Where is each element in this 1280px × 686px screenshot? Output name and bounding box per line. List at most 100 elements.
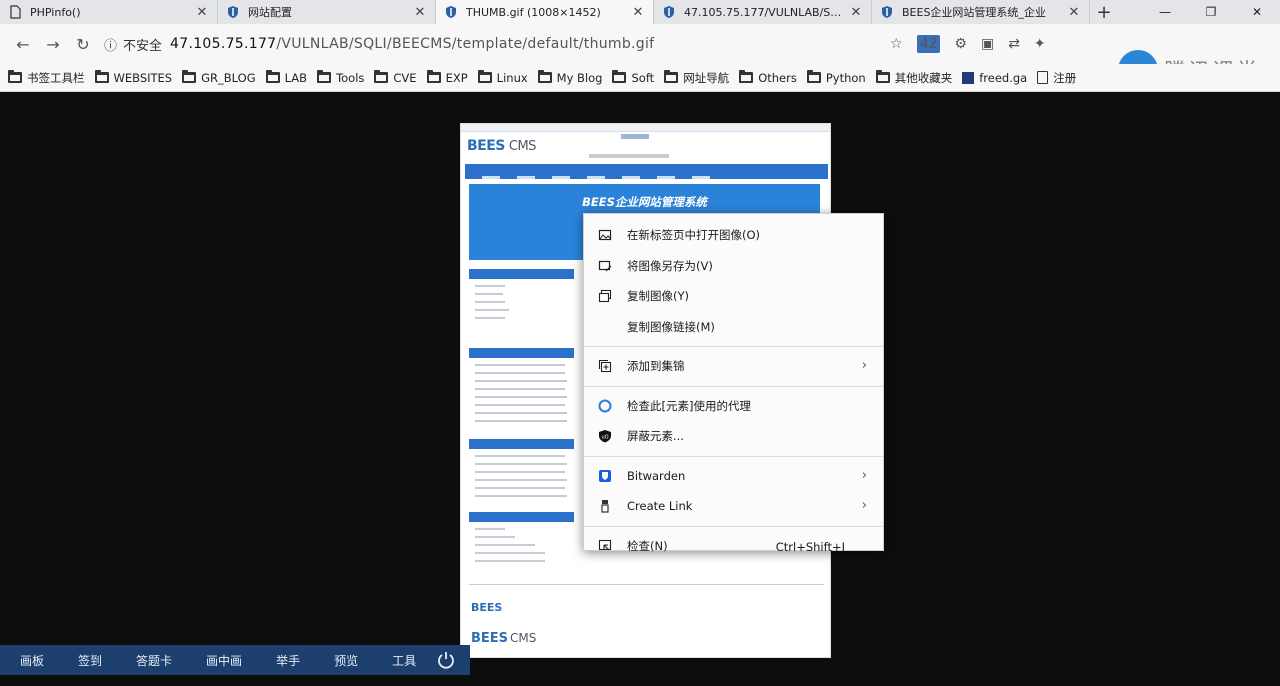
address-bar[interactable]: ⓘ 不安全 47.105.75.177/VULNLAB/SQLI/BEECMS/…	[104, 30, 864, 58]
tab-title: 47.105.75.177/VULNLAB/SQLI/BE	[684, 5, 849, 19]
collections-icon	[598, 359, 612, 373]
close-icon[interactable]: ✕	[195, 5, 209, 20]
tab-title: PHPinfo()	[30, 5, 81, 19]
bookmark-label: Linux	[496, 70, 528, 85]
bookmark-label: GR_BLOG	[201, 70, 256, 85]
minimize-icon[interactable]: —	[1142, 0, 1188, 24]
bookmark-item[interactable]: Others	[739, 70, 797, 85]
star-icon[interactable]: ☆	[890, 36, 903, 52]
bookmark-item[interactable]: Tools	[317, 70, 364, 85]
bookmark-item[interactable]: GR_BLOG	[182, 70, 256, 85]
cms-top-strip	[461, 124, 830, 139]
bookmark-item[interactable]: Linux	[477, 70, 528, 85]
new-tab-button[interactable]: +	[1090, 0, 1118, 24]
menu-separator	[584, 385, 883, 387]
bookmark-item[interactable]: freed.ga	[962, 71, 1027, 85]
close-icon[interactable]: ✕	[849, 5, 863, 20]
bookmark-item[interactable]: 网址导航	[664, 70, 729, 86]
chevron-right-icon: ›	[861, 467, 867, 483]
menu-separator	[584, 525, 883, 527]
puzzle-icon[interactable]: ▣	[981, 36, 994, 52]
insecure-label: 不安全	[123, 38, 163, 54]
bookmark-item[interactable]: 注册	[1037, 70, 1076, 86]
navigation-bar: ← → ↻ ⓘ 不安全 47.105.75.177/VULNLAB/SQLI/B…	[0, 24, 1280, 90]
toolbar-checkin[interactable]: 签到	[78, 652, 102, 669]
tab-site-config[interactable]: 网站配置 ✕	[218, 0, 436, 24]
cms-banner-title: BEES企业网站管理系统	[582, 195, 707, 209]
restore-icon[interactable]: ❐	[1188, 0, 1234, 24]
toolbar-preview[interactable]: 预览	[334, 652, 358, 669]
close-icon[interactable]: ✕	[631, 5, 645, 20]
menu-item-check-proxy[interactable]: 检查此[元素]使用的代理	[584, 391, 883, 422]
cms-nav-bar	[465, 164, 828, 179]
extension-icon[interactable]: 42	[916, 35, 941, 53]
info-icon[interactable]: ⓘ	[104, 35, 117, 54]
menu-item-bitwarden[interactable]: Bitwarden ›	[584, 461, 883, 492]
close-icon[interactable]: ✕	[1067, 5, 1081, 20]
cms-sidebar-contact	[469, 512, 574, 562]
bookmark-icon[interactable]: ✦	[1034, 36, 1046, 52]
power-icon[interactable]	[436, 650, 456, 670]
tab-thumb-gif[interactable]: THUMB.gif (1008×1452) ✕	[436, 0, 654, 24]
bookmark-item[interactable]: LAB	[265, 70, 308, 85]
folder-icon	[537, 70, 552, 83]
toolbar-pip[interactable]: 画中画	[206, 652, 242, 669]
bookmark-label: CVE	[393, 70, 417, 85]
menu-item-create-link[interactable]: Create Link ›	[584, 491, 883, 522]
tab-phpinfo[interactable]: PHPinfo() ✕	[0, 0, 218, 24]
svg-text:uO: uO	[601, 435, 608, 441]
gear-icon[interactable]: ⚙	[954, 36, 967, 52]
bookmark-item[interactable]: Python	[806, 70, 866, 85]
menu-item-open-image-new-tab[interactable]: 在新标签页中打开图像(O)	[584, 220, 883, 251]
folder-icon	[317, 70, 332, 83]
close-window-icon[interactable]: ✕	[1234, 0, 1280, 24]
bookmarks-bar: 书签工具栏 WEBSITES GR_BLOG LAB Tools CVE EXP…	[0, 64, 1280, 92]
cms-footer: BEES BEES CMS	[469, 584, 824, 654]
folder-icon	[806, 70, 821, 83]
forward-icon[interactable]: →	[38, 29, 68, 59]
cms-footer-logo: BEES CMS	[471, 631, 537, 646]
menu-item-save-image[interactable]: 将图像另存为(V)	[584, 251, 883, 282]
bookmark-label: LAB	[284, 70, 308, 85]
url-text: 47.105.75.177/VULNLAB/SQLI/BEECMS/templa…	[170, 36, 654, 52]
bookmark-item[interactable]: Soft	[612, 70, 654, 85]
cms-sidebar-articles	[469, 348, 574, 422]
menu-separator	[584, 346, 883, 347]
image-icon	[598, 228, 612, 242]
bookmark-item[interactable]: EXP	[426, 70, 468, 85]
menu-item-copy-image[interactable]: 复制图像(Y)	[584, 281, 883, 312]
bookmark-label: 注册	[1053, 70, 1077, 85]
menu-item-block-element[interactable]: uO 屏蔽元素...	[584, 421, 883, 452]
bookmark-label: Python	[825, 70, 866, 85]
menu-item-copy-image-link[interactable]: 复制图像链接(M)	[584, 312, 883, 343]
bookmark-item[interactable]: 书签工具栏	[8, 70, 85, 86]
tab-bees[interactable]: BEES企业网站管理系统_企业 ✕	[872, 0, 1090, 24]
tab-title: THUMB.gif (1008×1452)	[466, 5, 601, 19]
bookmark-item[interactable]: CVE	[374, 70, 417, 85]
shield-icon	[882, 6, 892, 18]
menu-item-label: Create Link	[627, 499, 693, 514]
bookmark-label: EXP	[445, 70, 468, 85]
folder-icon	[265, 70, 280, 83]
toolbar-raise-hand[interactable]: 举手	[276, 652, 300, 669]
page-icon	[10, 5, 21, 19]
refresh-icon[interactable]: ↻	[68, 29, 98, 59]
toolbar-tools[interactable]: 工具	[392, 652, 416, 669]
toolbar-whiteboard[interactable]: 画板	[20, 652, 44, 669]
back-icon[interactable]: ←	[8, 29, 38, 59]
close-icon[interactable]: ✕	[413, 5, 427, 20]
folder-icon	[182, 70, 197, 83]
translate-icon[interactable]: ⇄	[1008, 36, 1020, 52]
bitwarden-icon	[598, 469, 612, 483]
tab-strip: PHPinfo() ✕ 网站配置 ✕ THUMB.gif (1008×1452)…	[0, 0, 1280, 24]
bookmark-label: 其他收藏夹	[894, 70, 953, 85]
bookmark-item[interactable]: WEBSITES	[94, 70, 172, 85]
toolbar-answer-card[interactable]: 答题卡	[136, 652, 172, 669]
bookmark-item[interactable]: 其他收藏夹	[875, 70, 953, 86]
menu-item-inspect[interactable]: 检查(N) Ctrl+Shift+I	[584, 531, 883, 562]
folder-icon	[612, 70, 627, 83]
copy-image-icon	[598, 289, 612, 303]
menu-item-add-to-collections[interactable]: 添加到集锦 ›	[584, 351, 883, 382]
tab-vulnlab[interactable]: 47.105.75.177/VULNLAB/SQLI/BE ✕	[654, 0, 872, 24]
bookmark-item[interactable]: My Blog	[537, 70, 602, 85]
